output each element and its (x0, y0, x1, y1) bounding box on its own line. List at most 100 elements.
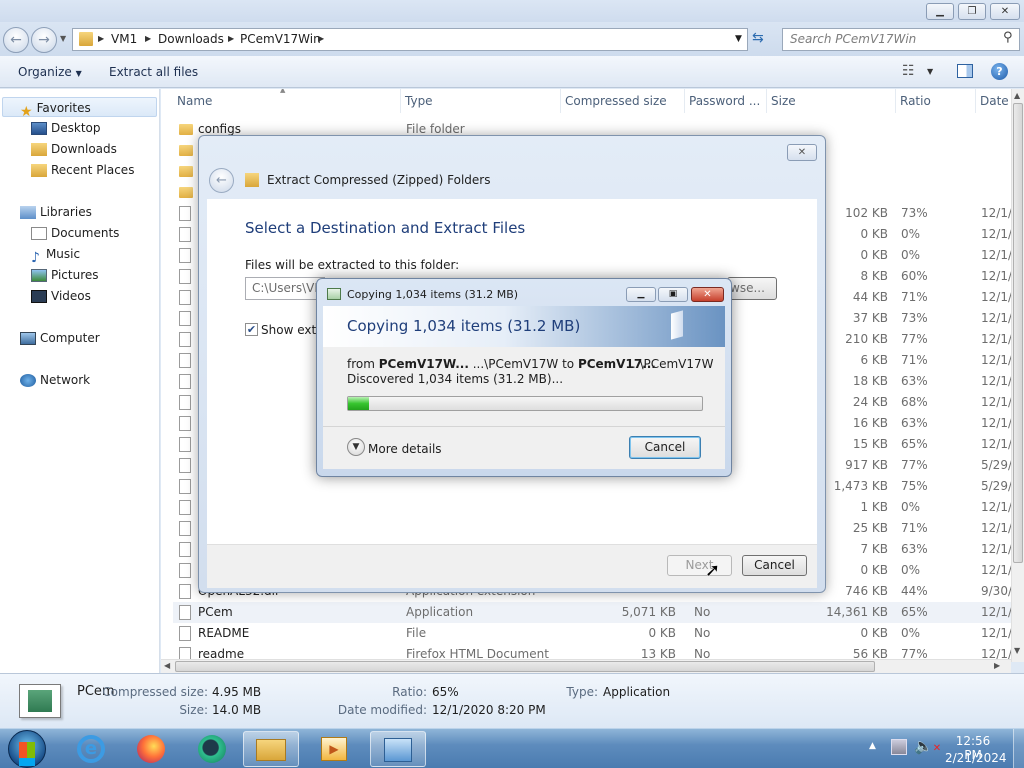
nav-videos[interactable]: Videos (31, 286, 91, 306)
destination-path-input[interactable]: C:\Users\VM (245, 277, 325, 300)
next-button[interactable]: Next (667, 555, 732, 576)
taskbar-windows-explorer[interactable] (243, 731, 299, 767)
breadcrumb-vm1[interactable]: VM1 (111, 32, 137, 46)
file-ratio: 73% (901, 311, 928, 325)
nav-desktop[interactable]: Desktop (31, 118, 101, 138)
scroll-right-icon[interactable]: ▶ (994, 661, 1000, 670)
chevron-down-icon[interactable]: ▼ (927, 67, 933, 76)
file-row[interactable]: PCem Application 5,071 KB No 14,361 KB 65% 12/… (173, 602, 1011, 623)
taskbar-control-panel[interactable] (370, 731, 426, 767)
close-button[interactable]: ✕ (990, 3, 1020, 20)
breadcrumb-pcemv17win[interactable]: PCemV17Win (240, 32, 321, 46)
preview-pane-icon[interactable] (957, 64, 973, 78)
vertical-scroll-thumb[interactable] (1013, 103, 1023, 563)
column-header[interactable]: Password ... (685, 89, 767, 113)
nav-libraries-label: Libraries (40, 205, 92, 219)
organize-button[interactable]: Organize ▼ (18, 65, 82, 79)
clock-date[interactable]: 2/21/2024 (945, 751, 1007, 765)
search-input[interactable]: Search PCemV17Win ⚲ (782, 28, 1020, 51)
show-desktop-button[interactable] (1013, 729, 1024, 768)
breadcrumb-arrow-icon[interactable]: ▶ (318, 34, 324, 43)
browse-button[interactable]: wse... (727, 277, 777, 300)
column-header[interactable]: Compressed size (561, 89, 685, 113)
horizontal-scroll-thumb[interactable] (175, 661, 875, 672)
breadcrumb-arrow-icon[interactable]: ▶ (145, 34, 151, 43)
scroll-up-icon[interactable]: ▲ (1014, 91, 1020, 100)
nav-pictures-label: Pictures (51, 268, 99, 282)
nav-music[interactable]: ♪ Music (31, 244, 81, 266)
horizontal-scrollbar[interactable]: ◀ ▶ (161, 659, 1011, 673)
taskbar-firefox[interactable] (123, 731, 179, 767)
desktop-icon (31, 122, 47, 135)
file-row[interactable]: README File 0 KB No 0 KB 0% 12/1/ (173, 623, 1011, 644)
forward-button[interactable]: → (31, 27, 57, 53)
column-header[interactable]: Ratio (896, 89, 976, 113)
nav-libraries[interactable]: Libraries (20, 202, 92, 222)
refresh-icon[interactable]: ⇆ (752, 30, 764, 46)
scroll-left-icon[interactable]: ◀ (164, 661, 170, 670)
copy-minimize-button[interactable]: ▁ (626, 287, 656, 302)
windows-logo-icon (19, 742, 35, 758)
taskbar-media-player[interactable]: ▶ (306, 731, 362, 767)
column-header[interactable]: Size (767, 89, 896, 113)
nav-recent-places[interactable]: Recent Places (31, 160, 134, 180)
show-hidden-icons-arrow[interactable]: ▲ (869, 741, 876, 751)
file-ratio: 71% (901, 353, 928, 367)
network-tray-icon[interactable] (891, 739, 907, 755)
nav-pictures[interactable]: Pictures (31, 265, 99, 285)
column-header[interactable]: Name (173, 89, 401, 113)
extract-all-button[interactable]: Extract all files (109, 65, 198, 79)
search-icon[interactable]: ⚲ (1003, 30, 1013, 45)
expand-chevron-icon[interactable]: ▼ (347, 438, 365, 456)
file-icon (179, 605, 191, 620)
wizard-back-button[interactable]: ← (209, 168, 234, 193)
maximize-button[interactable]: ❐ (958, 3, 986, 20)
vertical-scrollbar[interactable]: ▲ ▼ (1011, 89, 1024, 662)
wizard-close-button[interactable]: ✕ (787, 144, 817, 161)
more-details-toggle[interactable]: More details (368, 442, 442, 456)
file-date: 12/1/ (981, 500, 1011, 514)
nav-downloads[interactable]: Downloads (31, 139, 117, 159)
file-date: 12/1/ (981, 374, 1011, 388)
taskbar-internet-explorer[interactable]: e (63, 731, 119, 767)
column-header[interactable]: Date (976, 89, 1011, 113)
address-bar[interactable]: ▶ VM1 ▶ Downloads ▶ PCemV17Win ▶ ▼ (72, 28, 748, 51)
address-history-dropdown[interactable]: ▼ (735, 34, 742, 44)
file-icon (179, 290, 191, 305)
nav-documents[interactable]: Documents (31, 223, 119, 243)
show-extracted-checkbox[interactable]: ✔ (245, 323, 258, 336)
minimize-button[interactable]: ▁ (926, 3, 954, 20)
column-header[interactable]: Type (401, 89, 561, 113)
recent-pages-dropdown[interactable]: ▼ (60, 34, 66, 43)
nav-computer[interactable]: Computer (20, 328, 100, 348)
discovered-status: Discovered 1,034 items (31.2 MB)... (347, 372, 564, 386)
nav-network[interactable]: Network (20, 370, 90, 390)
file-date: 12/1/ (981, 626, 1011, 640)
back-button[interactable]: ← (3, 27, 29, 53)
copy-close-button[interactable]: ✕ (691, 287, 724, 302)
file-date: 12/1/ (981, 248, 1011, 262)
nav-favorites[interactable]: ★ Favorites (2, 97, 157, 120)
libraries-icon (20, 206, 36, 219)
folder-icon (179, 187, 193, 198)
file-icon (179, 626, 191, 641)
start-button[interactable] (8, 730, 46, 768)
copy-maximize-button[interactable]: ▣ (658, 287, 688, 302)
volume-muted-icon[interactable]: 🔈✕ (914, 737, 941, 755)
copy-heading: Copying 1,034 items (31.2 MB) (347, 317, 581, 335)
file-name: README (198, 626, 250, 640)
forward-arrow-icon: → (38, 32, 50, 48)
scroll-down-icon[interactable]: ▼ (1014, 646, 1020, 655)
copy-header: Copying 1,034 items (31.2 MB) (323, 306, 725, 347)
help-icon[interactable]: ? (991, 63, 1008, 80)
breadcrumb-arrow-icon[interactable]: ▶ (98, 34, 104, 43)
breadcrumb-downloads[interactable]: Downloads (158, 32, 224, 46)
wizard-cancel-button[interactable]: Cancel (742, 555, 807, 576)
computer-icon (20, 332, 36, 345)
taskbar-media-app[interactable] (184, 731, 240, 767)
view-options-icon[interactable]: ☷ (902, 63, 915, 79)
nav-music-label: Music (45, 247, 81, 261)
file-date: 9/30/ (981, 584, 1011, 598)
copy-cancel-button[interactable]: Cancel (629, 436, 701, 459)
breadcrumb-arrow-icon[interactable]: ▶ (228, 34, 234, 43)
